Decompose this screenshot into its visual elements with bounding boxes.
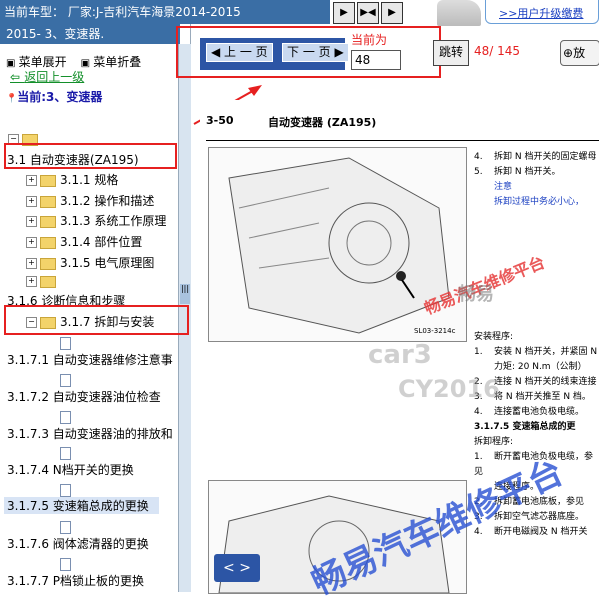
doc-rule — [206, 140, 599, 141]
tree-label: 3.1.4 部件位置 — [60, 235, 143, 249]
back-link[interactable]: 返回上一级 — [10, 68, 84, 85]
tree-item[interactable]: +3.1.2 操作和描述 — [26, 192, 154, 209]
page-nav-arrows[interactable]: < > — [214, 554, 260, 582]
collapse-menu-button[interactable]: 菜单折叠 — [81, 53, 141, 70]
doc-icon — [60, 373, 71, 387]
step: 2. 连接 N 档开关的线束连接 — [474, 377, 597, 387]
expand-icon[interactable]: + — [26, 216, 37, 227]
nav-first-icon[interactable]: ▶ — [333, 2, 355, 24]
car-image — [437, 0, 481, 26]
vehicle-title: 当前车型： 厂家:J-吉利汽车海景2014-2015 — [0, 0, 330, 24]
step: 4. 拆卸 N 档开关的固定螺母 — [474, 152, 597, 162]
doc-page-number: 3-50 — [206, 114, 234, 127]
transmission-illustration: SL03-3214c — [208, 147, 467, 342]
doc-icon — [60, 336, 71, 350]
expand-icon[interactable]: + — [26, 196, 37, 207]
zoom-button[interactable]: ⊕放 — [560, 40, 599, 66]
figure-code: SL03-3214c — [414, 327, 456, 335]
step: 4. 断开电磁阀及 N 档开关 — [474, 527, 588, 537]
page-input[interactable] — [351, 50, 401, 70]
scrollbar-thumb[interactable]: ||| — [180, 284, 190, 304]
doc-icon — [60, 520, 71, 534]
step: 3. 将 N 档开关推至 N 档。 — [474, 392, 591, 402]
highlight-box — [4, 143, 177, 169]
tree-label: 3.1.3 系统工作原理 — [60, 214, 167, 228]
folder-icon — [40, 236, 56, 249]
procedure-heading: 安装程序: — [474, 332, 514, 342]
doc-chapter-title: 自动变速器 (ZA195) — [268, 116, 377, 129]
tree-item[interactable]: +3.1.5 电气原理图 — [26, 254, 154, 271]
step: 2. 拆卸蓄电池底板，参见 — [474, 497, 585, 507]
folder-icon — [40, 195, 56, 208]
tree-label: 3.1.1 规格 — [60, 173, 119, 187]
jump-button[interactable]: 跳转 — [433, 40, 469, 66]
step-detail: 力矩: 20 N.m（公制） — [494, 362, 587, 372]
current-location: 当前:3、变速器 — [6, 88, 102, 105]
tree-item[interactable]: 3.1.7.1 自动变速器维修注意事 — [7, 351, 173, 368]
top-nav-buttons: ▶ ▶◀ ▶ — [333, 2, 403, 24]
tree-item[interactable]: +3.1.4 部件位置 — [26, 233, 142, 250]
step-detail: 连接程序。 — [494, 482, 540, 492]
tree-item[interactable]: 3.1.7.2 自动变速器油位检查 — [7, 388, 161, 405]
next-page-button[interactable]: 下 一 页 ▶ — [282, 43, 349, 62]
sidebar-heading: 2015- 3、变速器. — [0, 24, 180, 44]
tree-item[interactable]: + — [26, 274, 60, 288]
doc-icon — [60, 446, 71, 460]
highlight-box — [4, 305, 189, 335]
step: 5. 拆卸 N 档开关。 — [474, 167, 561, 177]
expand-icon[interactable]: + — [26, 258, 37, 269]
tree-item-active[interactable]: 3.1.7.5 变速箱总成的更换 — [4, 497, 159, 514]
current-page-label: 当前为 — [351, 33, 388, 47]
note-heading: 注意 — [494, 182, 513, 192]
tree-item[interactable]: 3.1.7.3 自动变速器油的排放和 — [7, 425, 173, 442]
folder-icon — [40, 215, 56, 228]
step: 1. 断开蓄电池负极电缆，参见 — [474, 452, 594, 477]
prev-page-button[interactable]: ◀ 上 一 页 — [206, 43, 273, 62]
nav-last-icon[interactable]: ▶ — [381, 2, 403, 24]
step: 3. 拆卸空气滤芯器底座。 — [474, 512, 585, 522]
upgrade-link[interactable]: >>用户升级缴费 — [499, 2, 583, 26]
tree-label: 3.1.2 操作和描述 — [60, 194, 155, 208]
tree-item[interactable]: +3.1.1 规格 — [26, 171, 118, 188]
procedure-heading: 拆卸程序: — [474, 437, 514, 447]
expand-icon[interactable]: + — [26, 237, 37, 248]
step: 4. 连接蓄电池负极电缆。 — [474, 407, 585, 417]
step: 1. 安装 N 档开关，并紧固 N — [474, 347, 598, 357]
nav-skip-icon[interactable]: ▶◀ — [357, 2, 379, 24]
doc-icon — [60, 557, 71, 571]
tree-label: 3.1.5 电气原理图 — [60, 256, 155, 270]
upgrade-panel: >>用户升级缴费 — [485, 0, 599, 24]
folder-icon — [40, 275, 56, 288]
section-heading: 3.1.7.5 变速箱总成的更 — [474, 422, 576, 432]
tree-item[interactable]: +3.1.3 系统工作原理 — [26, 212, 166, 229]
folder-icon — [40, 257, 56, 270]
tree-item[interactable]: 3.1.7.4 N档开关的更换 — [7, 461, 134, 478]
folder-icon — [40, 174, 56, 187]
zoom-icon: ⊕ — [563, 46, 574, 60]
tree-item[interactable]: 3.1.7.6 阀体滤清器的更换 — [7, 535, 149, 552]
doc-icon — [60, 483, 71, 497]
expand-icon[interactable]: + — [26, 175, 37, 186]
procedure-steps: 4. 拆卸 N 档开关的固定螺母 5. 拆卸 N 档开关。 注意 拆卸过程中务必小心… — [474, 150, 599, 540]
page-count: 48/ 145 — [474, 44, 521, 58]
note-text: 拆卸过程中务必小心， — [494, 197, 585, 207]
expand-icon[interactable]: + — [26, 276, 37, 287]
doc-icon — [60, 410, 71, 424]
tree-item[interactable]: 3.1.7.7 P档锁止板的更换 — [7, 572, 144, 589]
